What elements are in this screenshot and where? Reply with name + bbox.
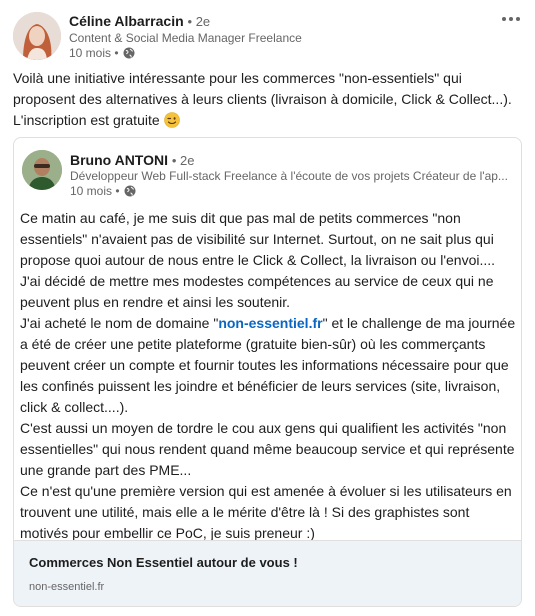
- globe-icon: [124, 185, 136, 197]
- link-preview[interactable]: Commerces Non Essentiel autour de vous !…: [14, 540, 521, 606]
- shared-author-name[interactable]: Bruno ANTONI • 2e: [70, 152, 195, 168]
- shared-post-card[interactable]: Bruno ANTONI • 2e Développeur Web Full-s…: [13, 137, 522, 607]
- paragraph-3-start: J'ai acheté le nom de domaine ": [20, 315, 219, 331]
- globe-icon: [123, 47, 135, 59]
- author-avatar[interactable]: [13, 12, 61, 60]
- paragraph-5: Ce n'est qu'une première version qui est…: [20, 483, 512, 541]
- paragraph-2: J'ai décidé de mettre mes modestes compé…: [20, 273, 494, 310]
- shared-author-avatar[interactable]: [22, 150, 62, 190]
- link-preview-title[interactable]: Commerces Non Essentiel autour de vous !: [29, 555, 298, 570]
- shared-connection-degree: • 2e: [171, 153, 195, 168]
- author-name[interactable]: Céline Albarracin • 2e: [69, 13, 210, 29]
- wink-emoji-icon: [163, 112, 180, 128]
- post-body: Voilà une initiative intéressante pour l…: [13, 70, 512, 128]
- author-name-text[interactable]: Céline Albarracin: [69, 13, 184, 29]
- link-preview-domain: non-essentiel.fr: [29, 581, 105, 593]
- post-meta: 10 mois •: [69, 46, 135, 60]
- post-text: Voilà une initiative intéressante pour l…: [13, 68, 523, 131]
- author-headline: Content & Social Media Manager Freelance: [69, 31, 302, 45]
- paragraph-1: Ce matin au café, je me suis dit que pas…: [20, 210, 496, 268]
- shared-author-name-text[interactable]: Bruno ANTONI: [70, 152, 168, 168]
- shared-post-time: 10 mois •: [70, 184, 120, 198]
- shared-post-meta: 10 mois •: [70, 184, 136, 198]
- shared-post-text: Ce matin au café, je me suis dit que pas…: [20, 208, 520, 544]
- more-options-icon[interactable]: [499, 10, 523, 28]
- paragraph-4: C'est aussi un moyen de tordre le cou au…: [20, 420, 515, 478]
- shared-author-headline: Développeur Web Full-stack Freelance à l…: [70, 169, 508, 183]
- shared-author-photo: [22, 150, 62, 190]
- feed-post: Céline Albarracin • 2e Content & Social …: [0, 0, 535, 616]
- post-time: 10 mois •: [69, 46, 119, 60]
- domain-link[interactable]: non-essentiel.fr: [218, 315, 322, 331]
- paragraph-3: J'ai acheté le nom de domaine "non-essen…: [20, 313, 520, 418]
- connection-degree: • 2e: [187, 14, 211, 29]
- author-photo: [13, 12, 61, 60]
